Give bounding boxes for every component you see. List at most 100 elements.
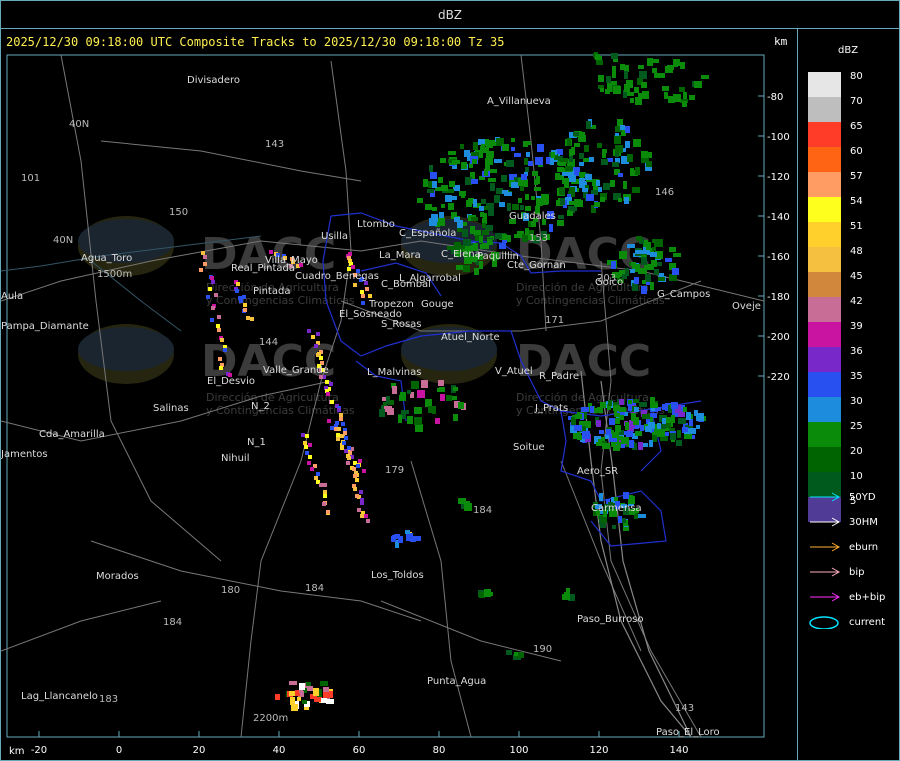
window-title-bar: dBZ: [0, 0, 900, 29]
place-label: Paso_El_Loro: [656, 727, 720, 738]
y-tick-label: -100: [767, 132, 790, 143]
legend-value: 80: [850, 71, 863, 82]
watermark-line1: Dirección de Agricultura: [206, 391, 339, 404]
legend-value: 10: [850, 471, 863, 482]
legend-title: dBZ: [838, 45, 859, 56]
radar-map-panel[interactable]: DACC DACC DACC DACC Dirección de Agricul…: [0, 28, 798, 761]
radar-map[interactable]: DACC DACC DACC DACC Dirección de Agricul…: [1, 29, 797, 760]
x-tick-label: 140: [669, 745, 688, 756]
place-label: Jamentos: [1, 449, 48, 460]
track-arrow-icon: [810, 592, 841, 602]
place-label: Lag_Llancanelo: [21, 691, 98, 702]
place-label: J_Prats: [534, 403, 568, 414]
place-label: Morados: [96, 571, 139, 582]
place-label: N_1: [247, 437, 266, 448]
track-arrow-icon: [810, 517, 841, 527]
legend-swatch: [808, 222, 841, 247]
place-label: Aula: [1, 291, 23, 302]
place-label: El_Desvio: [207, 376, 255, 387]
legend-swatch: [808, 247, 841, 272]
road-number: 153: [529, 233, 548, 244]
composite-title: 2025/12/30 09:18:00 UTC Composite Tracks…: [6, 35, 505, 49]
place-label: Pampa_Diamante: [1, 321, 89, 332]
road-number: 1500m: [97, 269, 132, 280]
y-tick-label: -140: [767, 212, 790, 223]
legend-value: 60: [850, 146, 863, 157]
place-label: Oveje: [732, 301, 761, 312]
legend-swatch: [808, 372, 841, 397]
track-label: eb+bip: [849, 592, 886, 603]
place-label: Gouge: [421, 299, 454, 310]
place-label: L_Algarrobal: [399, 273, 461, 284]
y-tick-label: -120: [767, 172, 790, 183]
track-label: eburn: [849, 542, 879, 553]
road-number: 179: [385, 465, 404, 476]
road-number: 143: [265, 139, 284, 150]
legend-value: 36: [850, 346, 863, 357]
x-tick-label: 100: [509, 745, 528, 756]
legend-swatch: [808, 397, 841, 422]
place-label: Carmensa: [591, 503, 642, 514]
window-title: dBZ: [437, 8, 463, 22]
legend-value: 54: [850, 196, 863, 207]
place-label: Real_Pintada: [231, 263, 295, 274]
y-tick-label: -220: [767, 372, 790, 383]
road-number: 184: [163, 617, 182, 628]
road-number: 40N: [69, 119, 89, 130]
place-label: V_Atuel: [495, 366, 533, 377]
legend-swatch: [808, 97, 841, 122]
road-number: 190: [533, 644, 552, 655]
x-tick-label: 120: [589, 745, 608, 756]
road-number: 143: [675, 703, 694, 714]
y-tick-label: -160: [767, 252, 790, 263]
track-arrow-icon: [810, 567, 841, 577]
legend-swatch: [808, 447, 841, 472]
legend-swatch: [808, 72, 841, 97]
place-label: Aero_SR: [577, 466, 618, 477]
place-label: C_Española: [399, 228, 456, 239]
legend-swatch: [808, 347, 841, 372]
legend-value: 57: [850, 171, 863, 182]
legend-value: 70: [850, 96, 863, 107]
y-tick-label: -180: [767, 292, 790, 303]
track-arrow-icon: [810, 542, 841, 552]
watermark-logo: [78, 324, 174, 384]
road-number: 150: [169, 207, 188, 218]
x-axis-unit: km: [9, 746, 25, 757]
watermark-brand: DACC: [516, 336, 651, 387]
place-label: Soitue: [513, 442, 545, 453]
track-label: bip: [849, 567, 865, 578]
x-tick-label: 40: [273, 745, 286, 756]
place-label: Punta_Agua: [427, 676, 486, 687]
place-label: El_Sosneado: [339, 309, 402, 320]
legend-value: 39: [850, 321, 863, 332]
road-number: 40N: [53, 235, 73, 246]
x-tick-label: 20: [193, 745, 206, 756]
current-storm-ellipse-icon: [809, 616, 839, 629]
legend-value: 48: [850, 246, 863, 257]
x-tick-label: 0: [116, 745, 122, 756]
place-label: N_2: [251, 401, 270, 412]
track-label: 50YD: [849, 492, 876, 503]
legend-value: 51: [850, 221, 863, 232]
legend-swatch: [808, 422, 841, 447]
place-label: Agua_Toro: [81, 253, 132, 264]
legend-value: 65: [850, 121, 863, 132]
legend-value: 25: [850, 421, 863, 432]
road-number: 203: [597, 273, 616, 284]
place-label: Atuel_Norte: [441, 332, 500, 343]
place-label: Guadales: [509, 211, 556, 222]
track-label: 30HM: [849, 517, 878, 528]
legend-value: 42: [850, 296, 863, 307]
y-tick-label: -200: [767, 332, 790, 343]
place-label: S_Rosas: [381, 319, 422, 330]
x-tick-label: -20: [31, 745, 47, 756]
track-arrow-icon: [810, 492, 841, 502]
road-number: 2200m: [253, 713, 288, 724]
place-label: Paso_Burroso: [577, 614, 644, 625]
track-label: current: [849, 617, 886, 628]
legend-swatch: [808, 197, 841, 222]
y-tick-label: -80: [767, 92, 783, 103]
place-label: Nihuil: [221, 453, 250, 464]
legend-swatch: [808, 297, 841, 322]
